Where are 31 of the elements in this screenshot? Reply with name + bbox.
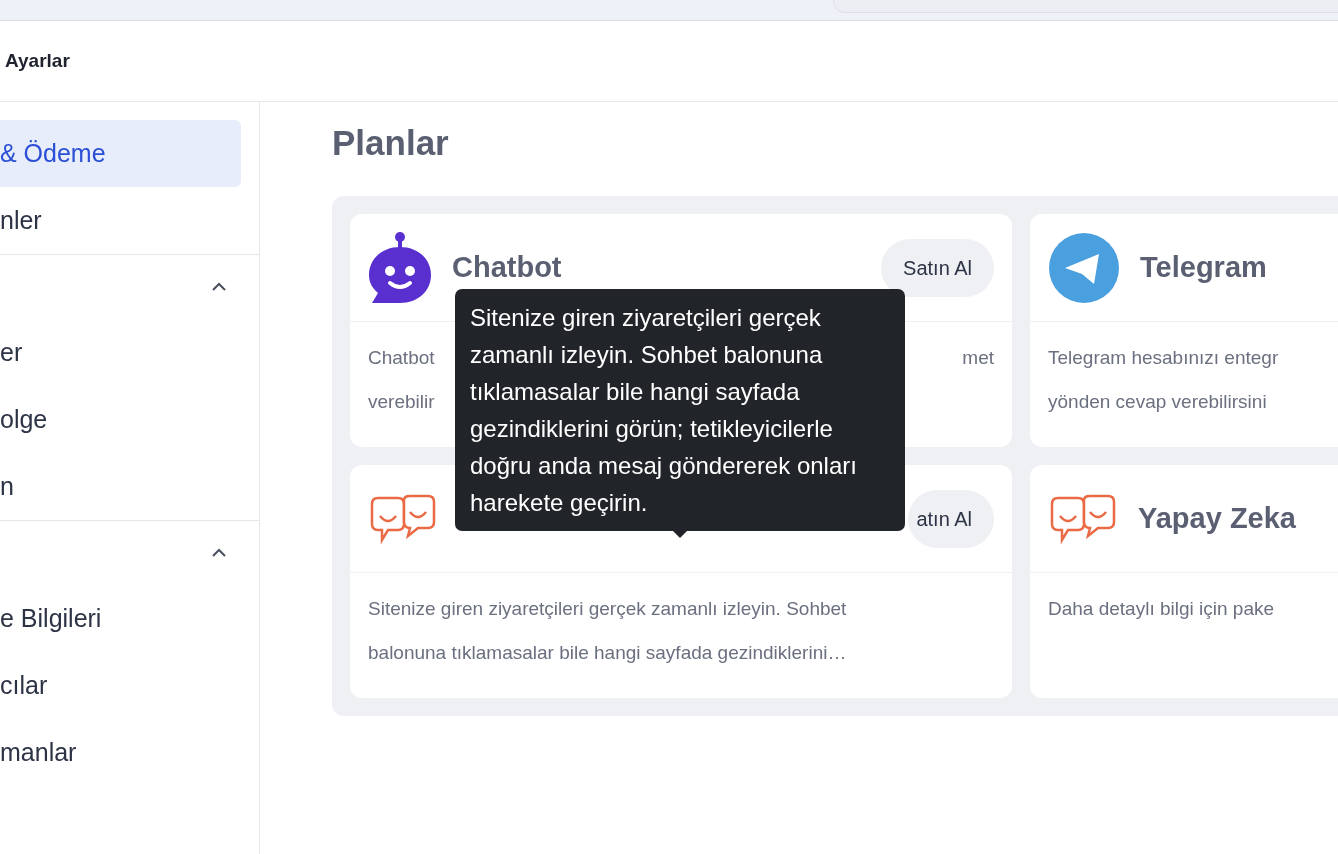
- plan-description: verebilir: [368, 390, 435, 414]
- sidebar-item[interactable]: & Ödeme: [0, 120, 241, 187]
- buy-button[interactable]: Satın Al: [881, 238, 994, 297]
- plan-description: yönden cevap verebilirsini: [1048, 390, 1267, 414]
- sidebar-item[interactable]: er: [0, 319, 241, 386]
- sidebar-item[interactable]: manlar: [0, 719, 241, 786]
- tooltip-arrow-icon: [673, 531, 687, 538]
- plan-title: Chatbot: [452, 249, 563, 285]
- description-fragment: met: [962, 346, 994, 370]
- plan-description: Telegram hesabınızı entegr: [1048, 346, 1279, 370]
- sidebar-item[interactable]: n: [0, 453, 241, 520]
- robot-icon: [368, 230, 432, 305]
- sidebar-item[interactable]: cılar: [0, 652, 241, 719]
- chevron-up-icon[interactable]: [211, 548, 227, 558]
- page-title: Planlar: [332, 122, 450, 164]
- sidebar-item[interactable]: olge: [0, 386, 241, 453]
- chevron-up-icon[interactable]: [211, 282, 227, 292]
- plan-description: Sitenize giren ziyaretçileri gerçek zamanlı izleyin. Sohbet: [368, 597, 847, 621]
- plan-description: Daha detaylı bilgi için pake: [1048, 597, 1275, 621]
- speech-bubbles-icon: [368, 493, 438, 544]
- plan-title: Telegram: [1140, 249, 1268, 285]
- buy-button[interactable]: atın Al: [908, 489, 994, 548]
- page-header-title: Ayarlar: [5, 48, 70, 73]
- description-fragment: Chatbot: [368, 346, 435, 370]
- plan-title: Yapay Zeka: [1138, 500, 1297, 536]
- plan-description: balonuna tıklamasalar bile hangi sayfada gezindiklerini…: [368, 641, 847, 665]
- tooltip: Sitenize giren ziyaretçileri gerçek zamanlı izleyin. Sohbet balonuna tıklamasalar bile hangi sayfada gezindiklerini görün; tetikleyicilerle doğru anda mesaj göndererek onları harekete geçirin.: [455, 289, 905, 531]
- speech-bubbles-icon: [1048, 493, 1118, 544]
- sidebar-item[interactable]: e Bilgileri: [0, 585, 241, 652]
- paper-plane-icon: [1048, 231, 1120, 304]
- sidebar-item[interactable]: nler: [0, 187, 241, 254]
